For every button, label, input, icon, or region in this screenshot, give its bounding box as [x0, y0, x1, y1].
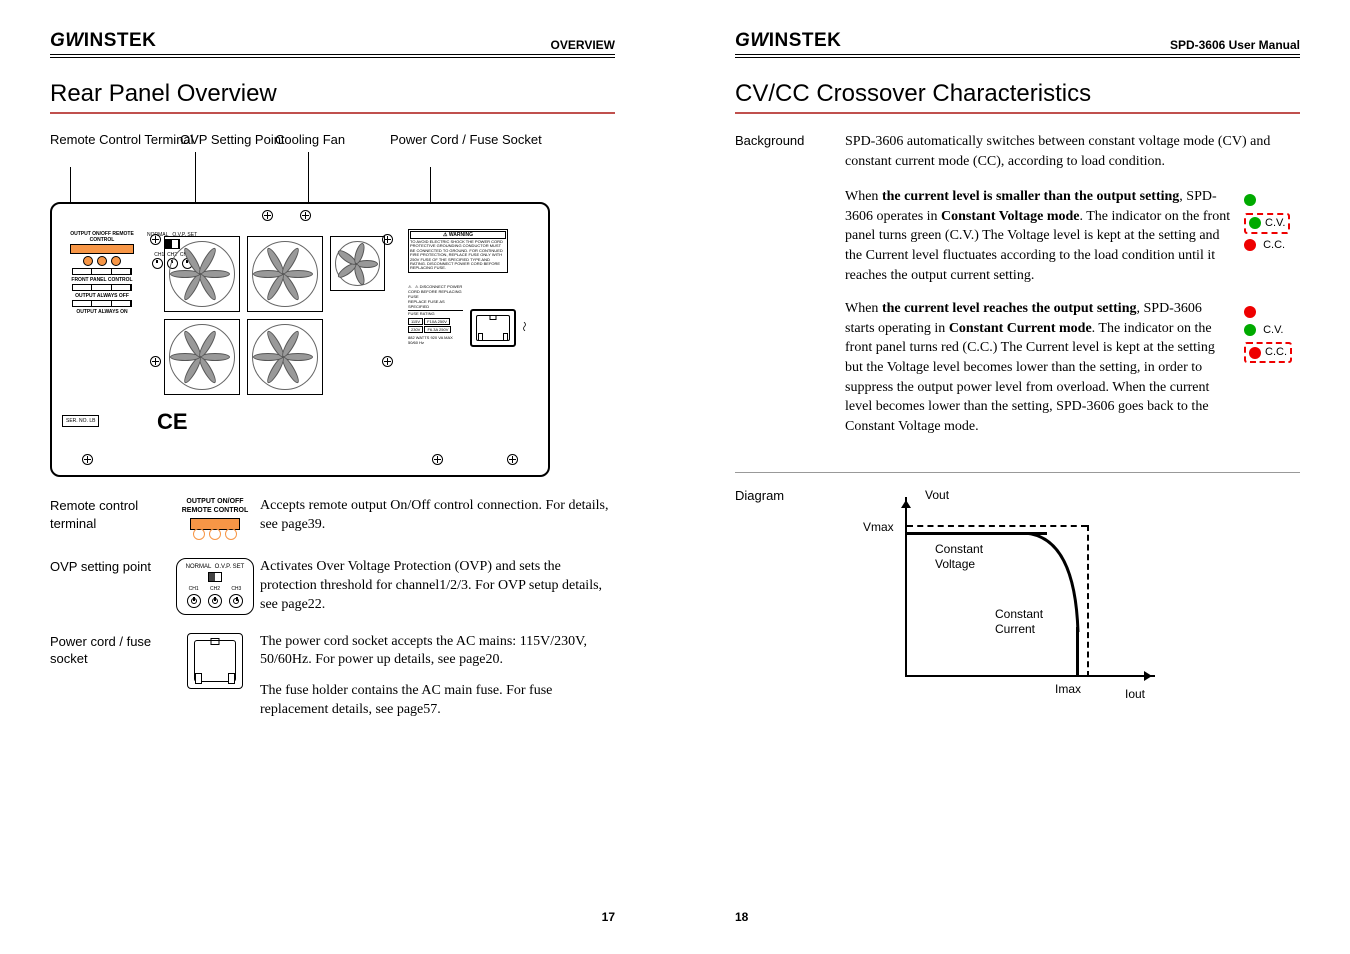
cv-cc-diagram: Vout Vmax Iout Imax ConstantVoltage Cons…	[855, 487, 1175, 707]
axis-label-vout: Vout	[925, 487, 949, 504]
rear-panel-diagram: Remote Control Terminal OVP Setting Poin…	[50, 132, 615, 477]
led-green-icon	[1244, 324, 1256, 336]
screw-icon	[432, 454, 443, 465]
brand-logo: GWINSTEK	[735, 30, 841, 52]
desc-label: Power cord / fuse socket	[50, 633, 170, 721]
remote-terminal-icon: OUTPUT ON/OFF REMOTE CONTROL	[170, 497, 260, 540]
ce-mark: CE	[157, 409, 188, 435]
ovp-block-icon: NORMAL O.V.P. SET CH1CH2CH3	[170, 558, 260, 615]
section-label: Background	[735, 132, 845, 450]
desc-row-ovp: OVP setting point NORMAL O.V.P. SET CH1C…	[50, 558, 615, 615]
page-number: 18	[735, 910, 748, 924]
callout-power: Power Cord / Fuse Socket	[390, 132, 542, 148]
fan-icon	[247, 236, 323, 312]
header-doc-title: SPD-3606 User Manual	[1170, 38, 1300, 52]
header-section: OVERVIEW	[551, 38, 615, 52]
background-section: Background SPD-3606 automatically switch…	[735, 132, 1300, 450]
cc-text: When the current level reaches the outpu…	[845, 299, 1232, 436]
led-red-icon	[1244, 239, 1256, 251]
axis-label-iout: Iout	[1125, 686, 1145, 703]
header-right: GWINSTEK SPD-3606 User Manual	[735, 30, 1300, 58]
serial-label: SER. NO. LB	[62, 415, 99, 427]
region-label-cc: ConstantCurrent	[995, 607, 1043, 636]
axis-label-imax: Imax	[1055, 681, 1081, 698]
fan-icon	[164, 319, 240, 395]
region-label-cv: ConstantVoltage	[935, 542, 983, 571]
screw-icon	[507, 454, 518, 465]
screw-icon	[382, 356, 393, 367]
page-title: CV/CC Crossover Characteristics	[735, 80, 1300, 114]
header-left: GWINSTEK OVERVIEW	[50, 30, 615, 58]
fan-icon	[330, 236, 385, 291]
description-table: Remote control terminal OUTPUT ON/OFF RE…	[50, 497, 615, 738]
fan-icon	[164, 236, 240, 312]
led-green-icon	[1244, 194, 1256, 206]
fuse-rating-area: ⚠ ⚠ DISCONNECT POWER CORD BEFORE REPLACI…	[408, 284, 463, 345]
warning-label: ⚠ WARNING TO AVOID ELECTRIC SHOCK THE PO…	[408, 229, 508, 273]
desc-text: Accepts remote output On/Off control con…	[260, 497, 615, 540]
screw-icon	[262, 210, 273, 221]
page-title: Rear Panel Overview	[50, 80, 615, 114]
led-green-icon	[1249, 217, 1261, 229]
desc-text: The power cord socket accepts the AC mai…	[260, 633, 615, 721]
desc-text: Activates Over Voltage Protection (OVP) …	[260, 558, 615, 615]
section-label: Diagram	[735, 487, 845, 707]
callout-ovp: OVP Setting Point	[180, 132, 285, 148]
remote-switch-block: OUTPUT ON/OFF REMOTE CONTROL FRONT PANEL…	[62, 229, 142, 315]
cc-indicator-figure: C.V. C.C.	[1244, 299, 1300, 436]
page-number: 17	[602, 910, 615, 924]
led-red-icon	[1249, 347, 1261, 359]
cc-paragraph: When the current level reaches the outpu…	[845, 299, 1300, 436]
cv-text: When the current level is smaller than t…	[845, 187, 1232, 285]
rear-panel-box: OUTPUT ON/OFF REMOTE CONTROL FRONT PANEL…	[50, 202, 550, 477]
screw-icon	[150, 356, 161, 367]
background-text: SPD-3606 automatically switches between …	[845, 132, 1300, 171]
power-socket-icon	[470, 309, 516, 347]
axis-label-vmax: Vmax	[863, 519, 894, 536]
cv-paragraph: When the current level is smaller than t…	[845, 187, 1300, 285]
led-red-icon	[1244, 306, 1256, 318]
page-right: GWINSTEK SPD-3606 User Manual CV/CC Cros…	[675, 30, 1350, 924]
desc-label: OVP setting point	[50, 558, 170, 615]
desc-label: Remote control terminal	[50, 497, 170, 540]
fan-icon	[247, 319, 323, 395]
ac-symbol: 〜	[518, 322, 533, 332]
power-socket-icon	[170, 633, 260, 721]
screw-icon	[300, 210, 311, 221]
callout-fan: Cooling Fan	[275, 132, 345, 148]
callout-remote: Remote Control Terminal	[50, 132, 194, 148]
brand-logo: GWINSTEK	[50, 30, 156, 52]
page-left: GWINSTEK OVERVIEW Rear Panel Overview Re…	[0, 30, 675, 924]
section-body: SPD-3606 automatically switches between …	[845, 132, 1300, 450]
diagram-section: Diagram Vout Vmax Iout Imax	[735, 487, 1300, 707]
desc-row-power: Power cord / fuse socket The power cord …	[50, 633, 615, 721]
desc-row-remote: Remote control terminal OUTPUT ON/OFF RE…	[50, 497, 615, 540]
cv-indicator-figure: C.V. C.C.	[1244, 187, 1300, 285]
screw-icon	[82, 454, 93, 465]
